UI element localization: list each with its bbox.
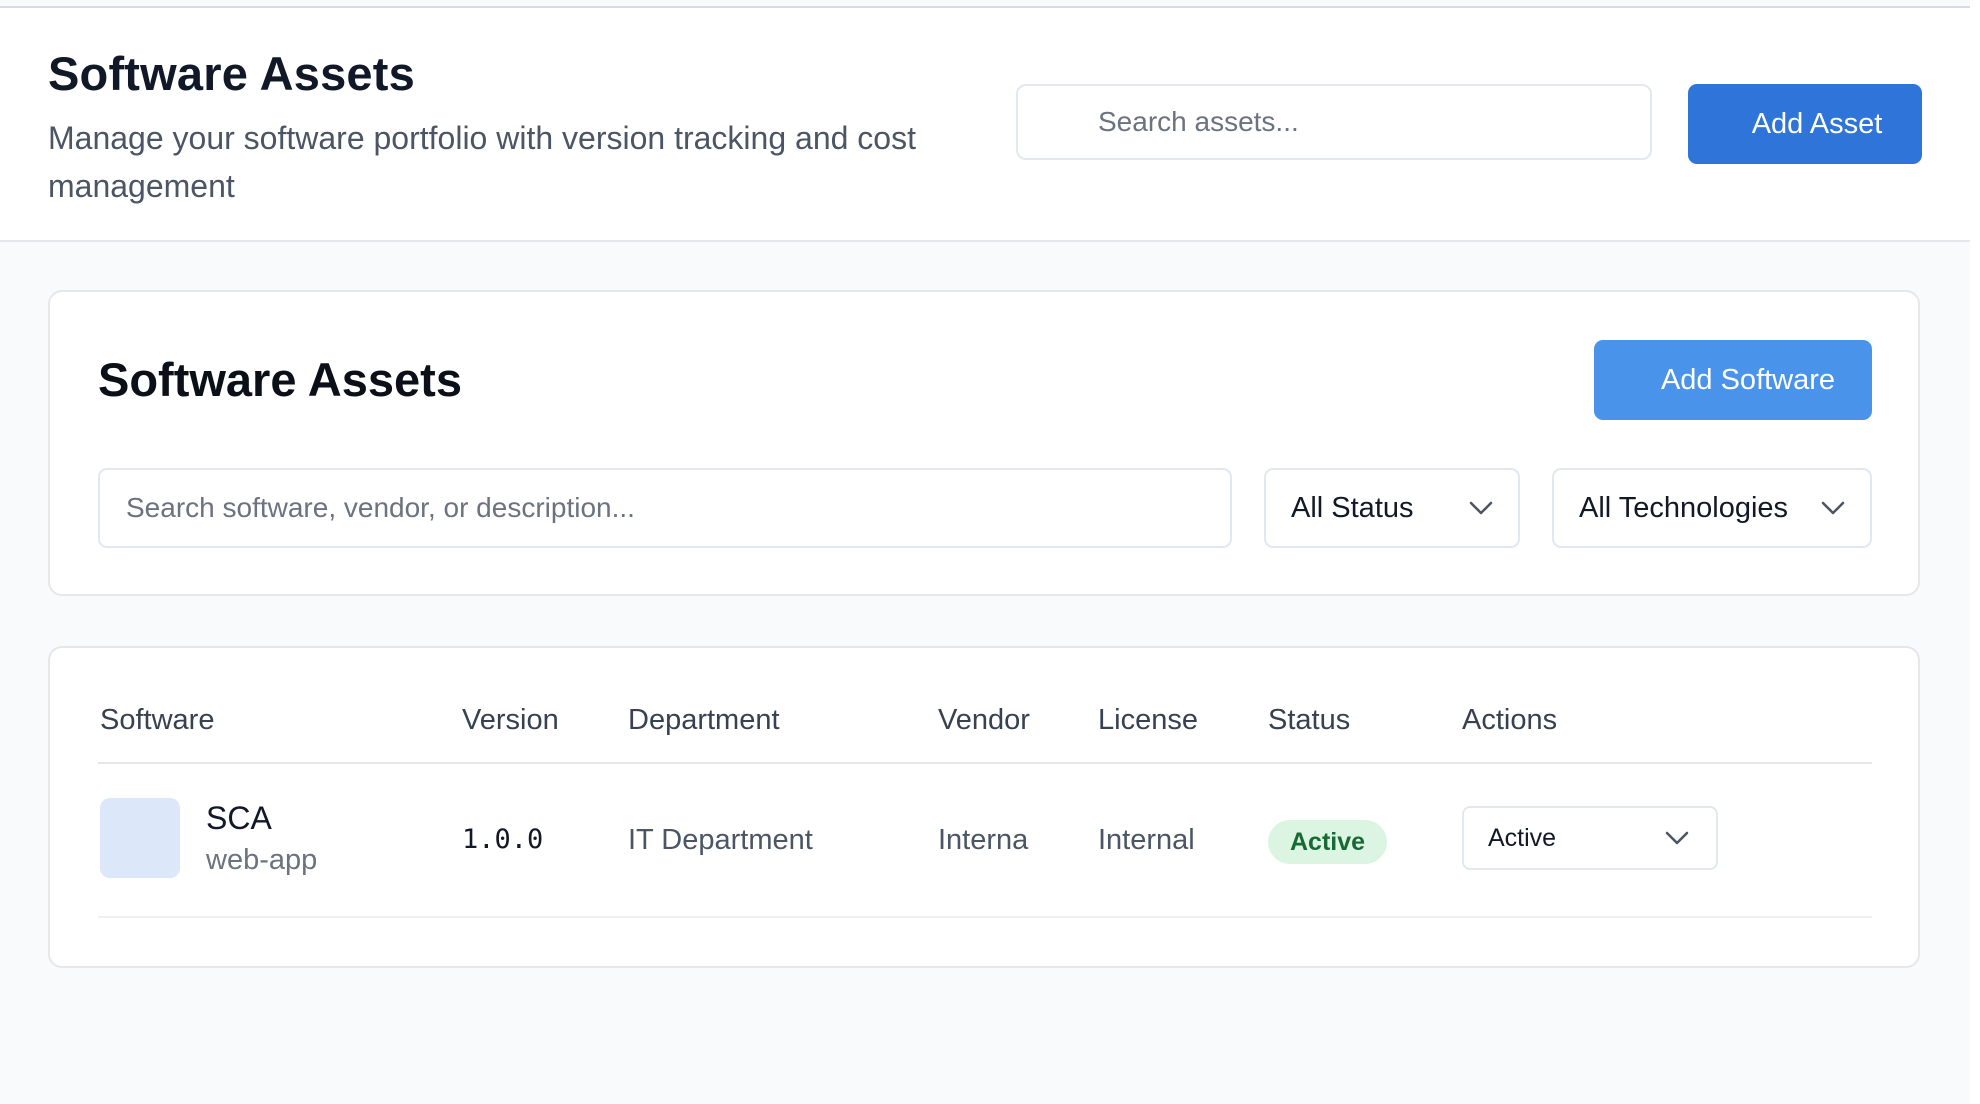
software-table-card: Software Version Department Vendor Licen… xyxy=(48,646,1920,968)
add-asset-button[interactable]: Add Asset xyxy=(1688,84,1922,164)
row-action-select[interactable]: Active xyxy=(1462,806,1718,870)
column-header-license[interactable]: License xyxy=(1098,704,1198,737)
chevron-down-icon xyxy=(1821,501,1845,515)
chevron-down-icon xyxy=(1665,831,1689,845)
column-header-software[interactable]: Software xyxy=(100,704,214,737)
row-action-value: Active xyxy=(1488,823,1557,852)
software-license: Internal xyxy=(1098,824,1195,856)
software-version: 1.0.0 xyxy=(462,824,544,855)
column-header-actions: Actions xyxy=(1462,704,1558,736)
asset-search-input[interactable] xyxy=(1016,84,1652,160)
software-icon xyxy=(100,798,180,878)
software-department: IT Department xyxy=(628,824,813,856)
table-row-divider xyxy=(98,916,1872,918)
table-row[interactable]: SCA web-app 1.0.0 IT Department Interna … xyxy=(50,764,1918,916)
technology-filter-value: All Technologies xyxy=(1579,491,1789,524)
column-header-vendor[interactable]: Vendor xyxy=(938,704,1030,737)
page-header: Software Assets Manage your software por… xyxy=(0,8,1970,242)
status-filter-select[interactable]: All Status xyxy=(1264,468,1520,548)
software-search-input[interactable] xyxy=(98,468,1232,548)
software-type: web-app xyxy=(206,844,318,876)
chevron-down-icon xyxy=(1469,501,1493,515)
software-name: SCA xyxy=(206,800,272,836)
section-title: Software Assets xyxy=(98,353,462,406)
app-viewport: Software Assets Manage your software por… xyxy=(0,0,1970,1104)
column-header-status[interactable]: Status xyxy=(1268,704,1350,737)
software-vendor: Interna xyxy=(938,824,1029,856)
page-title: Software Assets xyxy=(48,47,415,100)
software-filter-card: Software Assets Add Software All Status … xyxy=(48,290,1920,596)
column-header-department[interactable]: Department xyxy=(628,704,780,737)
page-subtitle: Manage your software portfolio with vers… xyxy=(48,120,916,204)
column-header-version[interactable]: Version xyxy=(462,704,559,737)
technology-filter-select[interactable]: All Technologies xyxy=(1552,468,1872,548)
status-filter-value: All Status xyxy=(1291,491,1414,524)
window-edge xyxy=(1970,0,1980,1104)
status-badge: Active xyxy=(1268,820,1388,864)
add-software-button[interactable]: Add Software xyxy=(1594,340,1872,420)
